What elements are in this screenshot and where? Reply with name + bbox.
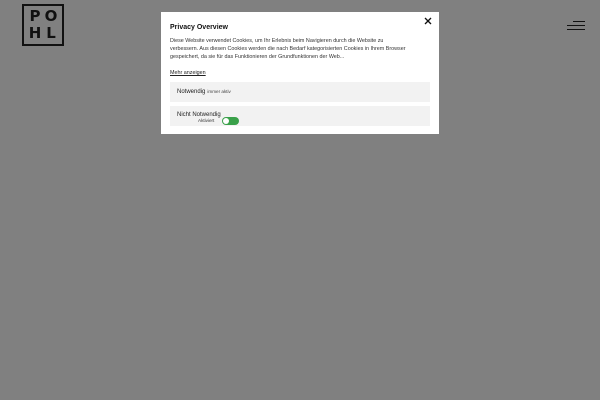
close-icon[interactable] [423,16,433,26]
logo-letter-h: H [28,24,42,42]
logo-letter-l: L [46,24,56,42]
cookie-category-non-necessary[interactable]: Nicht Notwendig Aktiviert [170,106,430,126]
always-active-badge: immer aktiv [207,89,231,94]
logo-letter-p: P [29,7,41,25]
toggle-knob [223,118,229,124]
hamburger-menu-icon[interactable] [565,20,585,32]
non-necessary-toggle[interactable] [222,117,239,125]
pohl-logo[interactable]: P O H L [22,4,64,46]
toggle-label: Aktiviert [198,118,215,123]
category-title-row: Notwendig immer aktiv [177,89,231,95]
cookie-category-necessary[interactable]: Notwendig immer aktiv [170,82,430,102]
show-more-link[interactable]: Mehr anzeigen [170,70,206,76]
category-title: Notwendig [177,89,206,95]
privacy-overview-modal: Privacy Overview Diese Website verwendet… [161,12,439,134]
modal-title: Privacy Overview [170,24,228,31]
logo-letter-o: O [44,7,58,25]
modal-description: Diese Website verwendet Cookies, um Ihr … [170,38,406,60]
